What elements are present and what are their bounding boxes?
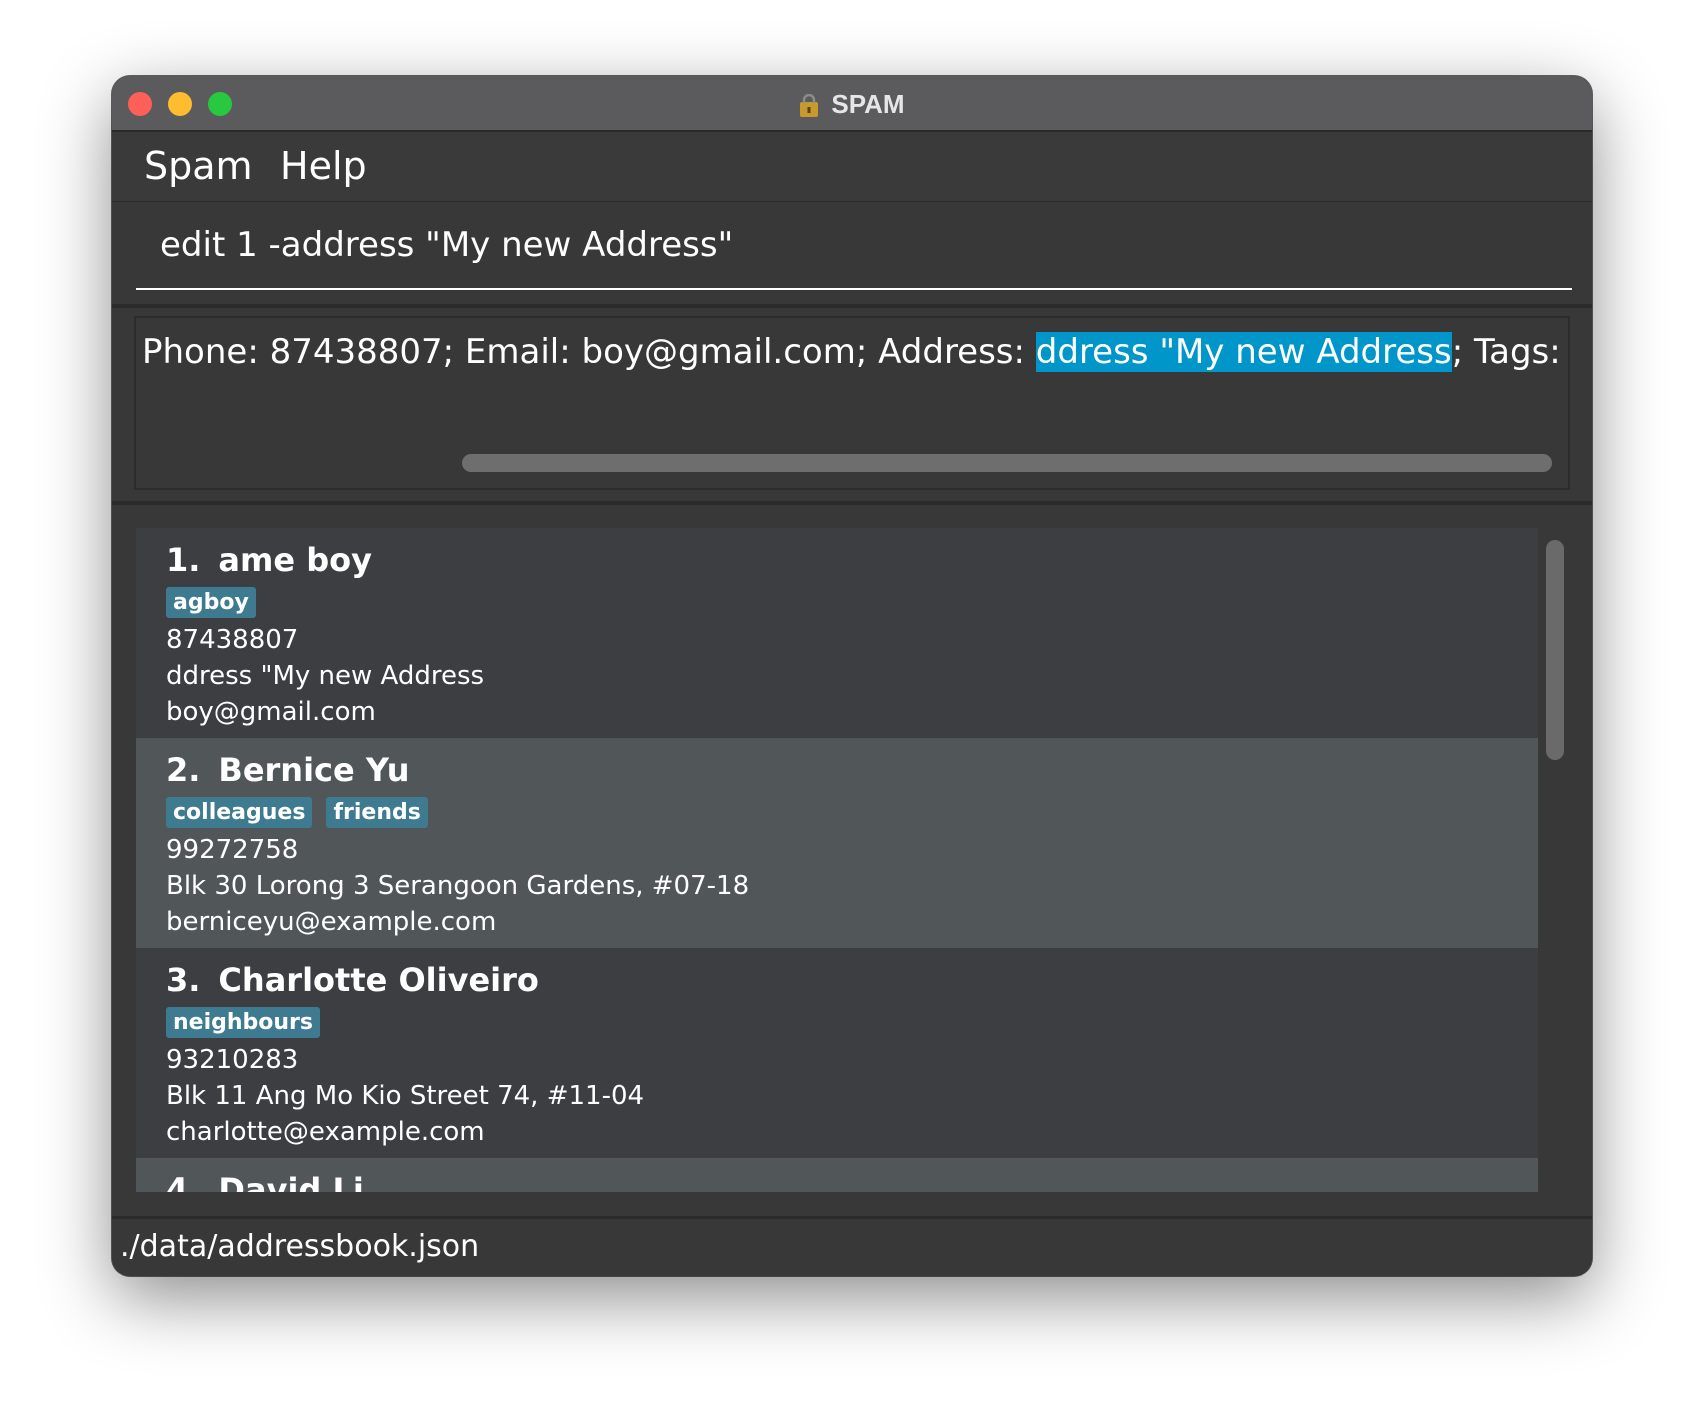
person-name-text: Bernice Yu: [218, 751, 410, 789]
data-file-path: ./data/addressbook.json: [120, 1229, 480, 1264]
divider: [112, 501, 1592, 505]
result-display[interactable]: Phone: 87438807; Email: boy@gmail.com; A…: [134, 316, 1570, 490]
person-card[interactable]: 2. Bernice Yu colleagues friends 99272758…: [136, 738, 1538, 948]
person-email: berniceyu@example.com: [166, 907, 497, 937]
person-card[interactable]: 3. Charlotte Oliveiro neighbours 93210283…: [136, 948, 1538, 1158]
person-index: 1.: [166, 541, 201, 579]
tag: colleagues: [166, 796, 313, 828]
person-name-text: David Li: [218, 1171, 364, 1192]
divider: [112, 304, 1592, 308]
person-name: 4. David Li: [166, 1168, 1538, 1192]
tag-list: colleagues friends: [166, 792, 1538, 832]
lock-icon: [800, 94, 819, 117]
person-address: Blk 11 Ang Mo Kio Street 74, #11-04: [166, 1081, 645, 1111]
result-text-before: Phone: 87438807; Email: boy@gmail.com; A…: [142, 332, 1036, 372]
person-address: Blk 30 Lorong 3 Serangoon Gardens, #07-1…: [166, 871, 750, 901]
person-list-panel: 1. ame boy agboy 87438807 ddress "My new …: [112, 506, 1592, 1196]
person-phone: 99272758: [166, 835, 299, 865]
person-name-text: Charlotte Oliveiro: [218, 961, 539, 999]
person-name: 2. Bernice Yu: [166, 748, 1538, 792]
menu-bar: Spam Help: [112, 132, 1592, 202]
person-name: 1. ame boy: [166, 538, 1538, 582]
person-index: 4.: [166, 1171, 201, 1192]
scrollbar-thumb[interactable]: [1546, 540, 1564, 760]
tag-list: neighbours: [166, 1002, 1538, 1042]
person-email: charlotte@example.com: [166, 1117, 485, 1147]
person-index: 3.: [166, 961, 201, 999]
person-name-text: ame boy: [218, 541, 372, 579]
result-text-selection: ddress "My new Address: [1035, 332, 1452, 372]
command-input[interactable]: [136, 202, 1572, 290]
person-address: ddress "My new Address: [166, 661, 485, 691]
vertical-scrollbar[interactable]: [1540, 528, 1568, 1192]
person-email: boy@gmail.com: [166, 697, 376, 727]
title-bar: SPAM: [112, 76, 1592, 132]
person-index: 2.: [166, 751, 201, 789]
tag-list: agboy: [166, 582, 1538, 622]
person-card[interactable]: 4. David Li: [136, 1158, 1538, 1192]
person-card[interactable]: 1. ame boy agboy 87438807 ddress "My new …: [136, 528, 1538, 738]
window-title: SPAM: [831, 88, 905, 119]
menu-spam[interactable]: Spam: [144, 144, 253, 188]
tag: friends: [326, 796, 428, 828]
app-window: SPAM Spam Help Phone: 87438807; Email: b…: [112, 76, 1592, 1276]
person-name: 3. Charlotte Oliveiro: [166, 958, 1538, 1002]
tag: agboy: [166, 586, 256, 618]
menu-help[interactable]: Help: [280, 144, 367, 188]
status-bar: ./data/addressbook.json: [112, 1216, 1592, 1276]
person-list[interactable]: 1. ame boy agboy 87438807 ddress "My new …: [136, 528, 1538, 1192]
horizontal-scrollbar[interactable]: [462, 454, 1552, 472]
person-phone: 87438807: [166, 625, 299, 655]
result-text-after: ; Tags: [agboy]: [1451, 332, 1568, 372]
result-text: Phone: 87438807; Email: boy@gmail.com; A…: [142, 332, 1568, 372]
tag: neighbours: [166, 1006, 321, 1038]
person-phone: 93210283: [166, 1045, 299, 1075]
